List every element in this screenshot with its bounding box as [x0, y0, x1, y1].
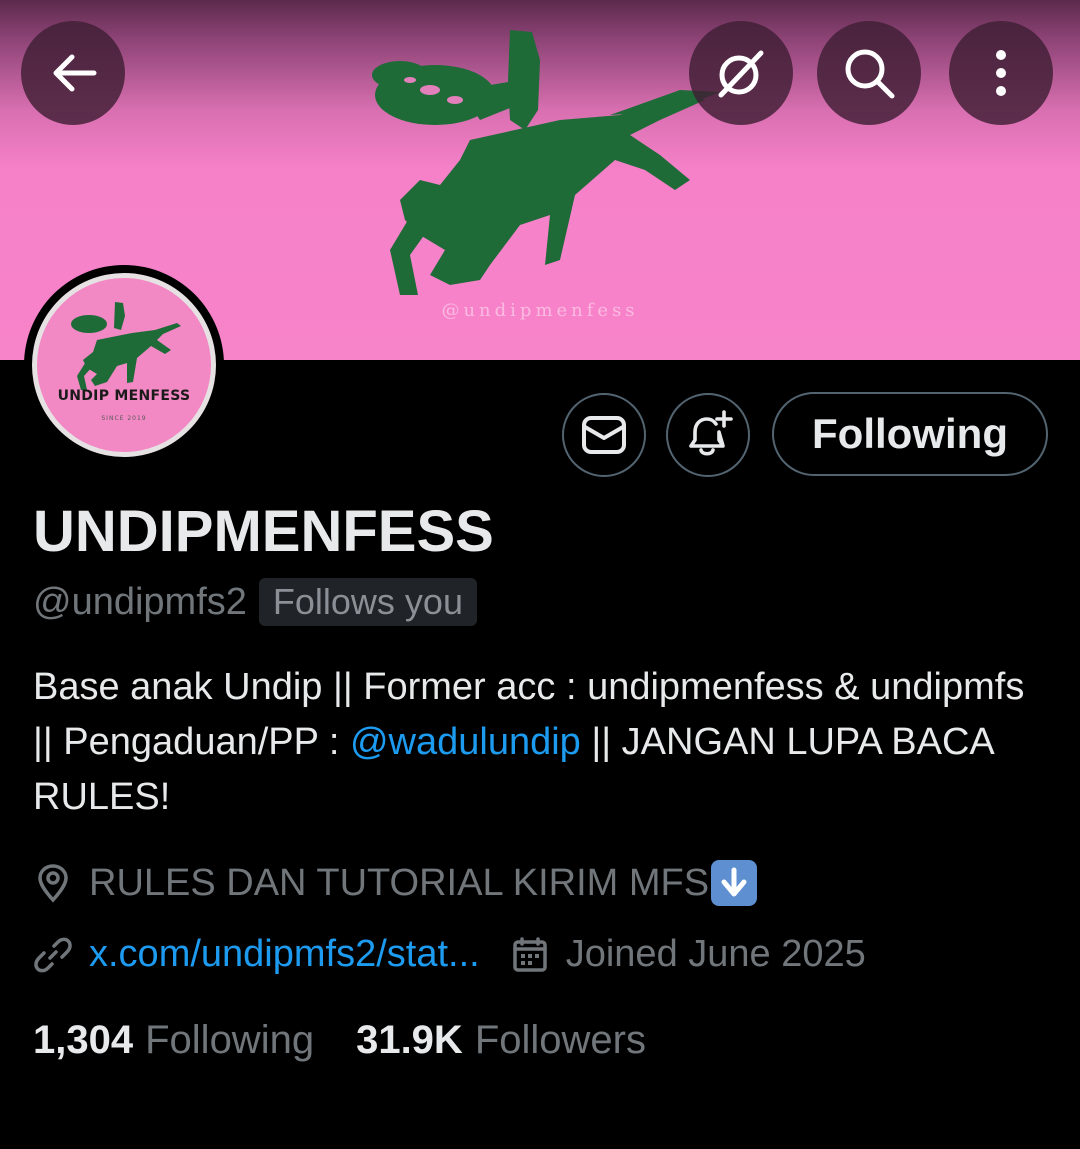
back-button[interactable] [21, 21, 125, 125]
follows-you-badge: Follows you [258, 578, 477, 626]
arrow-left-icon [53, 54, 97, 92]
more-vertical-icon [996, 50, 1006, 96]
bio: Base anak Undip || Former acc : undipmen… [33, 660, 1053, 825]
notifications-button[interactable] [666, 393, 750, 477]
stats-row: 1,304 Following 31.9K Followers [33, 1018, 646, 1063]
handle: @undipmfs2 [33, 580, 247, 623]
joined-date: Joined June 2025 [565, 933, 866, 975]
followers-stat[interactable]: 31.9K Followers [356, 1018, 646, 1063]
avatar-horse-rider-image [71, 302, 181, 390]
following-count: 1,304 [33, 1018, 134, 1062]
following-label: Following [145, 1018, 315, 1062]
message-button[interactable] [562, 393, 646, 477]
bio-mention-link[interactable]: @wadulundip [350, 721, 581, 763]
link-icon [33, 935, 73, 975]
avatar-logo: UNDIP MENFESS SINCE 2019 [37, 278, 211, 452]
avatar-title: UNDIP MENFESS [57, 388, 191, 404]
location-pin-icon [33, 863, 73, 903]
avatar[interactable]: UNDIP MENFESS SINCE 2019 [32, 273, 216, 457]
grok-icon [718, 50, 764, 98]
more-options-button[interactable] [949, 21, 1053, 125]
down-arrow-icon [711, 860, 758, 906]
followers-label: Followers [474, 1018, 646, 1062]
bell-plus-icon [689, 410, 733, 456]
calendar-icon [510, 935, 550, 975]
envelope-icon [582, 416, 626, 454]
display-name: UNDIPMENFESS [33, 499, 494, 564]
search-icon [845, 49, 895, 99]
search-button[interactable] [817, 21, 921, 125]
followers-count: 31.9K [356, 1018, 463, 1062]
profile-page: @undipmenfess UNDIP MENFESS SINCE 2019 F… [0, 0, 1080, 1149]
handle-row: @undipmfs2 Follows you [33, 577, 477, 627]
location-row: RULES DAN TUTORIAL KIRIM MFS [33, 860, 758, 906]
banner-horse-rider-image [372, 30, 720, 295]
location-text: RULES DAN TUTORIAL KIRIM MFS [89, 861, 710, 904]
avatar-subtitle: SINCE 2019 [101, 415, 147, 422]
grok-button[interactable] [689, 21, 793, 125]
link-row: x.com/undipmfs2/stat... Joined June 2025 [33, 933, 866, 976]
following-stat[interactable]: 1,304 Following [33, 1018, 314, 1063]
website-link[interactable]: x.com/undipmfs2/stat... [89, 933, 480, 976]
following-button[interactable]: Following [772, 392, 1048, 476]
